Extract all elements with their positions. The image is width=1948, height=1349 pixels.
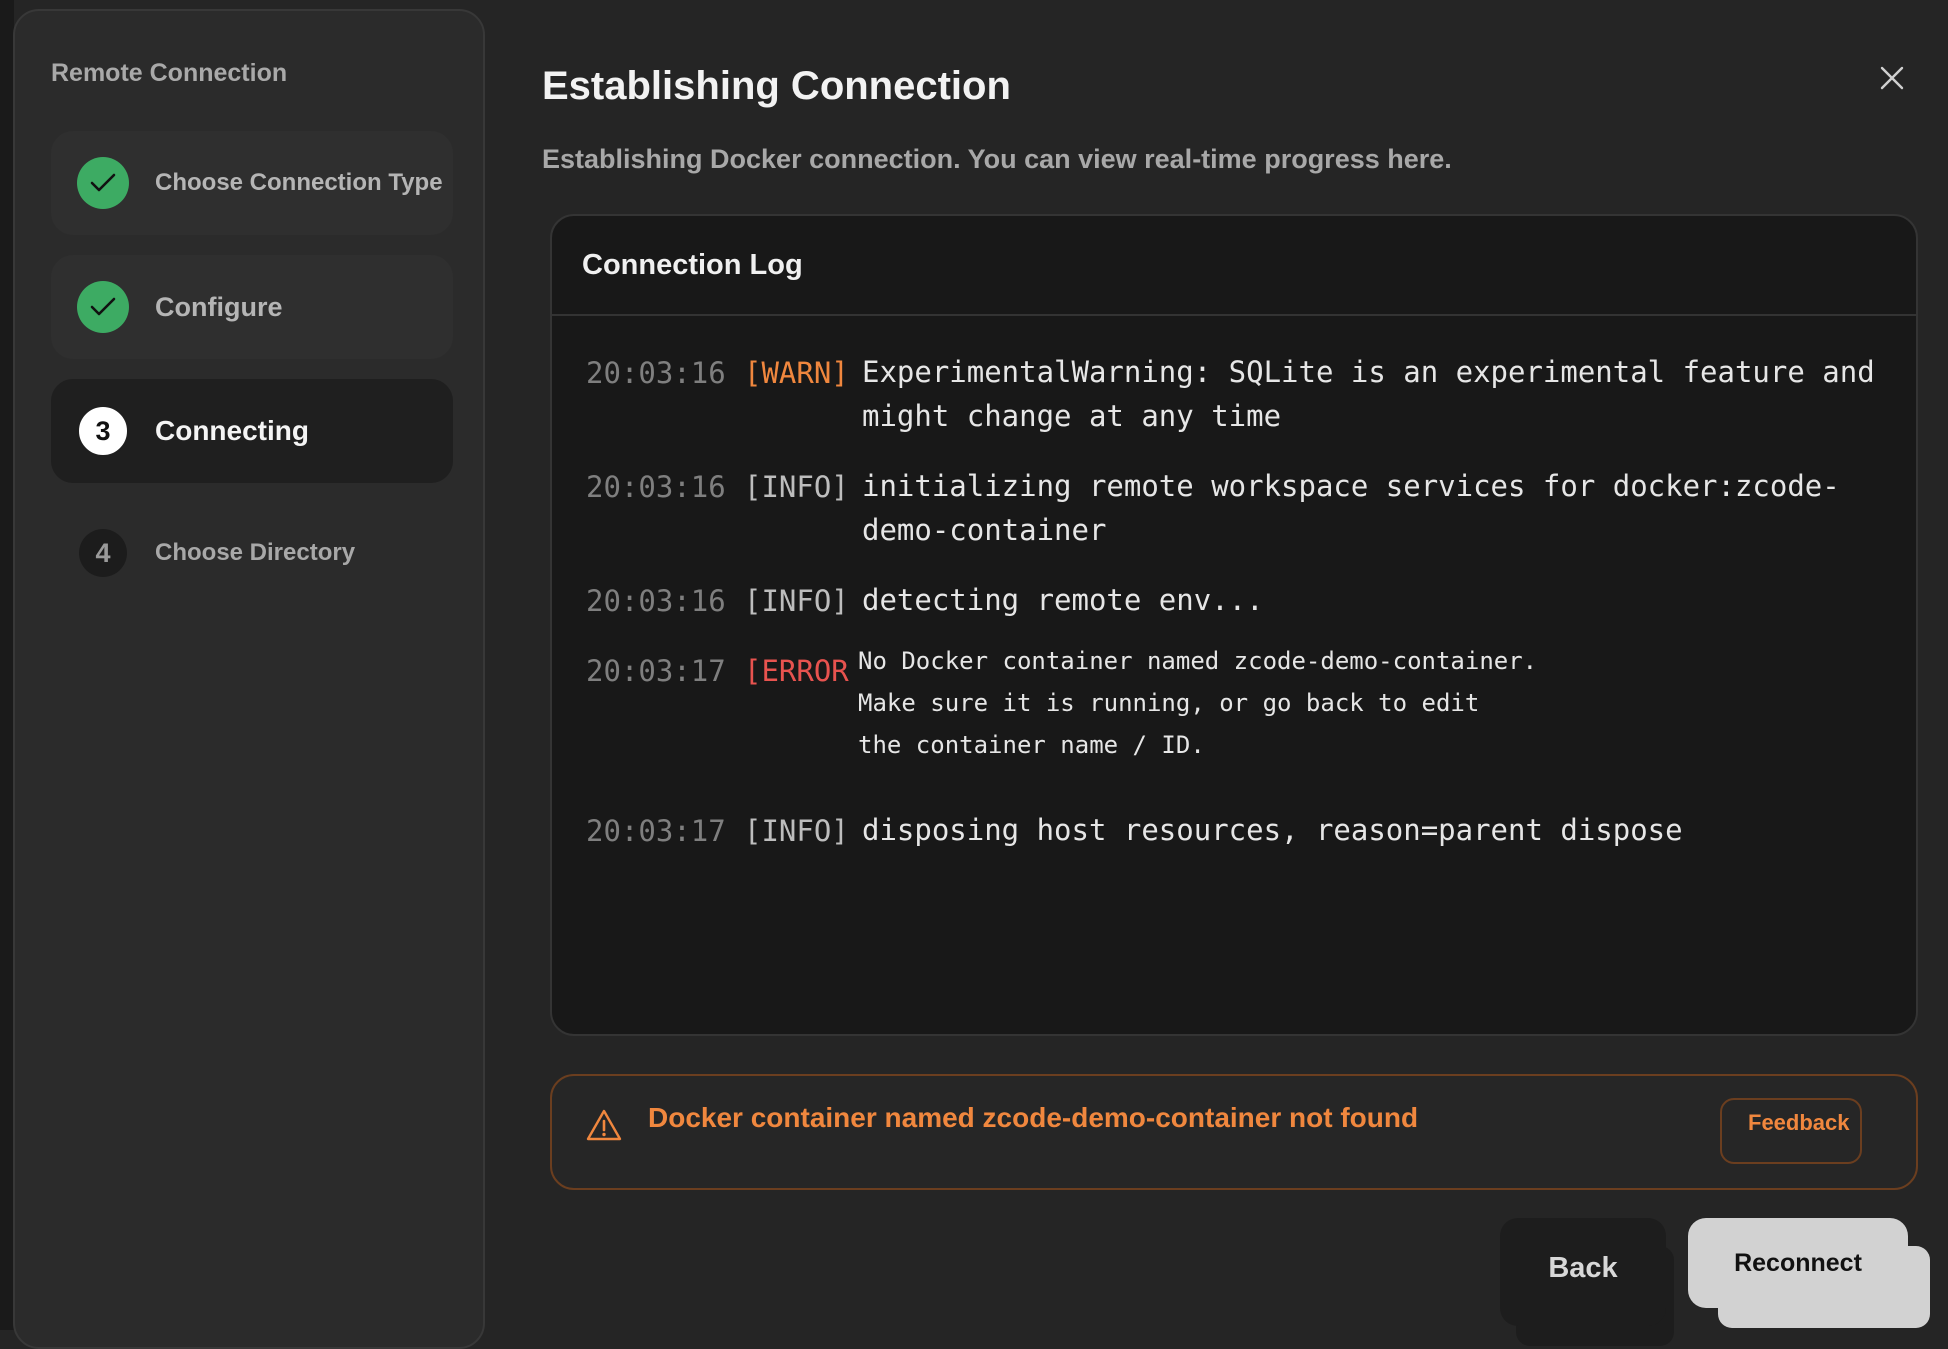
step-label: Configure bbox=[155, 291, 283, 322]
log-message: initializing remote workspace services f… bbox=[862, 469, 1840, 547]
window-edge bbox=[0, 0, 14, 1330]
step-label: Connecting bbox=[155, 415, 309, 446]
alert-message: Docker container named zcode-demo-contai… bbox=[648, 1102, 1419, 1133]
error-alert: Docker container named zcode-demo-contai… bbox=[550, 1074, 1918, 1190]
wizard-sidebar: Remote Connection Choose Connection Type… bbox=[13, 9, 485, 1349]
back-button-label: Back bbox=[1548, 1251, 1618, 1284]
step-label: Choose Connection Type bbox=[155, 169, 443, 196]
log-header: Connection Log bbox=[552, 216, 1916, 316]
log-time: 20:03:17 bbox=[586, 654, 726, 688]
log-time: 20:03:16 bbox=[586, 470, 726, 504]
dialog-subtitle: Establishing Docker connection. You can … bbox=[542, 144, 1452, 174]
close-icon bbox=[1880, 66, 1904, 90]
step-choose-connection-type[interactable]: Choose Connection Type bbox=[51, 131, 453, 235]
step-label: Choose Directory bbox=[155, 539, 356, 566]
log-level: [WARN] bbox=[744, 356, 849, 390]
log-message: disposing host resources, reason=parent … bbox=[862, 813, 1683, 847]
close-button[interactable] bbox=[1876, 62, 1908, 94]
log-level: [INFO] bbox=[744, 814, 849, 848]
feedback-button-label[interactable]: Feedback bbox=[1744, 1110, 1854, 1136]
log-message: No Docker container named zcode-demo-con… bbox=[858, 647, 1538, 759]
connection-log-panel[interactable]: Connection Log 20:03:16 [WARN] Experimen… bbox=[550, 214, 1918, 1036]
step-connecting[interactable]: 3 Connecting bbox=[51, 379, 453, 483]
check-icon bbox=[77, 157, 129, 209]
log-time: 20:03:16 bbox=[586, 584, 726, 618]
step-number-badge: 3 bbox=[77, 405, 129, 457]
reconnect-button[interactable]: Reconnect bbox=[1688, 1218, 1908, 1308]
log-level: [INFO] bbox=[744, 470, 849, 504]
step-number-badge: 4 bbox=[79, 529, 127, 577]
log-level: [INFO] bbox=[744, 584, 849, 618]
log-message: ExperimentalWarning: SQLite is an experi… bbox=[862, 355, 1875, 433]
sidebar-title: Remote Connection bbox=[51, 59, 288, 87]
step-configure[interactable]: Configure bbox=[51, 255, 453, 359]
dialog-title: Establishing Connection bbox=[542, 64, 1011, 108]
step-choose-directory: 4 Choose Directory bbox=[51, 501, 453, 605]
back-button[interactable]: Back bbox=[1500, 1218, 1666, 1326]
log-time: 20:03:16 bbox=[586, 356, 726, 390]
reconnect-button-label: Reconnect bbox=[1734, 1248, 1862, 1277]
log-level: [ERROR] bbox=[744, 654, 850, 688]
log-time: 20:03:17 bbox=[586, 814, 726, 848]
check-icon bbox=[77, 281, 129, 333]
log-message: detecting remote env... bbox=[862, 583, 1264, 617]
warning-icon bbox=[586, 1108, 622, 1142]
